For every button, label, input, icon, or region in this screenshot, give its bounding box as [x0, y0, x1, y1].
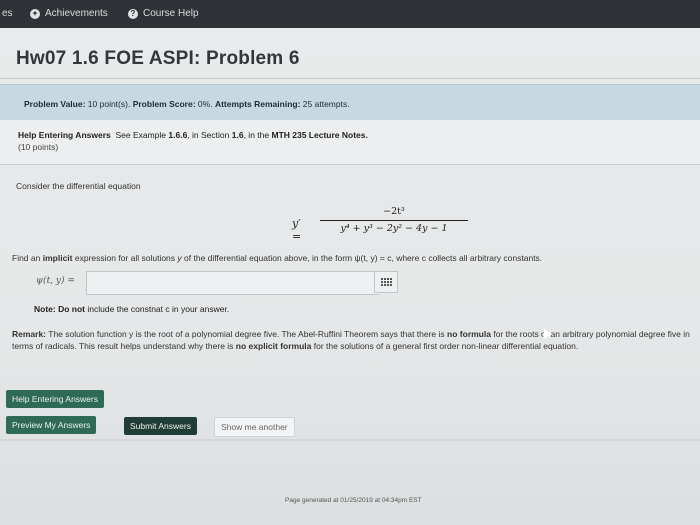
note-body: include the constnat c in your answer.: [87, 304, 230, 314]
nav-course-help[interactable]: ? Course Help: [128, 8, 199, 19]
nav-course-help-label: Course Help: [143, 8, 199, 19]
attempts-label: Attempts Remaining:: [214, 99, 301, 109]
footer-divider: [0, 439, 700, 441]
help-icon: ?: [128, 8, 138, 19]
find-prefix: Find an: [12, 253, 41, 263]
nav-fragment-label: es: [2, 8, 13, 19]
points-text: (10 points): [18, 142, 59, 152]
remark-text: Remark: The solution function y is the r…: [12, 328, 700, 352]
answer-input[interactable]: [86, 271, 379, 295]
in-the-text: , in the: [243, 130, 270, 140]
find-rest: of the differential equation above, in t…: [184, 253, 543, 263]
answer-label: ψ(t, y) =: [36, 276, 75, 286]
remark-no-explicit: no explicit formula: [235, 341, 312, 351]
grid-icon: [380, 278, 392, 286]
example-ref: 1.6.6: [168, 130, 188, 140]
find-middle: expression for all solutions: [74, 253, 176, 263]
achievements-icon: ✦: [30, 8, 40, 19]
nav-achievements-label: Achievements: [45, 8, 108, 19]
show-another-button[interactable]: Show me another: [214, 417, 295, 437]
page-generated-text: Page generated at 01/25/2019 at 04:34pm …: [285, 497, 422, 504]
problem-info-text: Problem Value: 10 point(s). Problem Scor…: [24, 99, 350, 109]
remark-label: Remark:: [12, 329, 47, 339]
note-do-not: Do not: [58, 304, 86, 314]
consider-text: Consider the differential equation: [16, 181, 141, 191]
nav-achievements[interactable]: ✦ Achievements: [30, 8, 108, 19]
note-label: Note:: [34, 304, 56, 314]
page-title: Hw07 1.6 FOE ASPI: Problem 6: [16, 48, 300, 69]
fraction-bar: [320, 220, 468, 221]
section-ref: 1.6: [231, 130, 244, 140]
top-navigation-bar: es ✦ Achievements ? Course Help: [0, 0, 700, 28]
in-section-text: , in Section: [187, 130, 230, 140]
find-y: y: [177, 253, 182, 263]
problem-score-label: Problem Score:: [132, 99, 196, 109]
help-entering-heading: Help Entering Answers: [18, 130, 111, 140]
problem-score: 0%.: [197, 99, 213, 109]
find-instructions: Find an implicit expression for all solu…: [12, 253, 542, 263]
title-divider: [0, 78, 700, 79]
help-entering-section: Help Entering Answers See Example 1.6.6,…: [0, 120, 700, 165]
find-implicit: implicit: [42, 253, 73, 263]
equation-numerator: −2t³: [383, 206, 405, 217]
problem-value-label: Problem Value:: [24, 99, 86, 109]
matrix-entry-button[interactable]: [374, 271, 398, 293]
preview-answers-button[interactable]: Preview My Answers: [6, 416, 97, 434]
problem-value: 10 point(s).: [87, 99, 131, 109]
equation-lhs: y′ =: [292, 217, 302, 243]
equation-denominator: y⁴ + y³ − 2y² − 4y − 1: [340, 223, 448, 234]
note-text: Note: Do not include the constnat c in y…: [34, 304, 229, 314]
see-example-text: See Example: [115, 130, 167, 140]
equation-fraction: −2t³ y⁴ + y³ − 2y² − 4y − 1: [320, 205, 468, 236]
remark-no-formula: no formula: [447, 329, 491, 339]
help-entering-line: Help Entering Answers See Example 1.6.6,…: [18, 130, 368, 140]
help-entering-answers-button[interactable]: Help Entering Answers: [6, 390, 104, 408]
lecture-notes-title: MTH 235 Lecture Notes.: [271, 130, 368, 140]
remark-text-1: The solution function y is the root of a…: [48, 329, 445, 339]
submit-answers-button[interactable]: Submit Answers: [124, 417, 197, 435]
attempts-value: 25 attempts.: [302, 99, 350, 109]
remark-text-3: for the solutions of a general first ord…: [313, 341, 579, 351]
nav-fragment[interactable]: es: [2, 8, 13, 19]
